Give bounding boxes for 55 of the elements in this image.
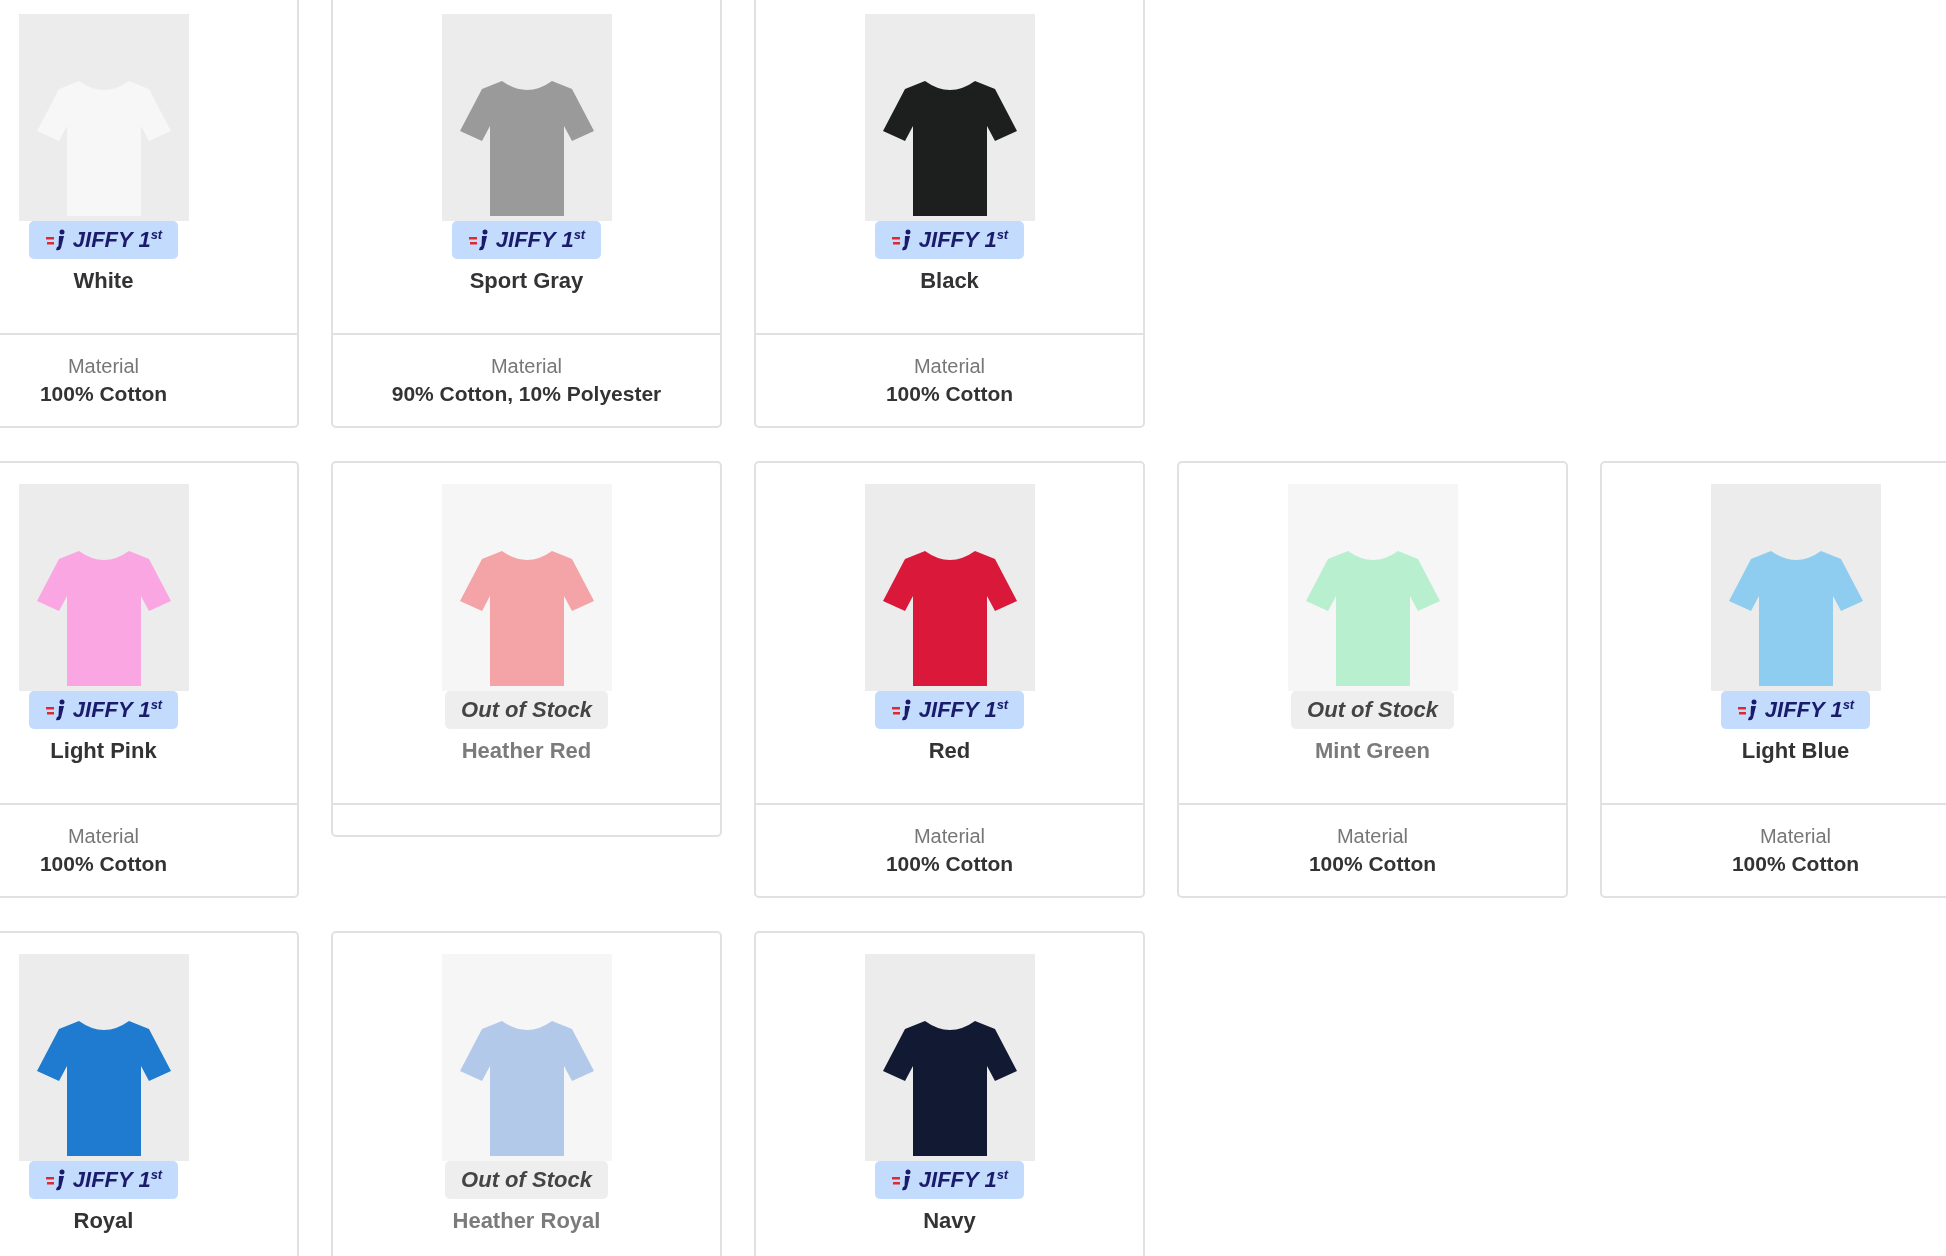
material-label: Material [913,355,986,378]
logo-icon [44,699,67,721]
product-card[interactable]: JIFFY 1$^{st}$ Royal [0,931,299,1256]
logo-icon [890,699,913,721]
color-name: Black [920,268,979,294]
brand-badge: JIFFY 1$^{st}$ [28,1161,179,1199]
product-card[interactable]: JIFFY 1$^{st}$ Light Pink Material 100% Cotton [0,461,299,898]
stock-badge: Out of Stock [445,691,608,729]
material-value: 100% Cotton [39,382,168,406]
material-label: Material [490,355,563,378]
material-label: Material [1759,825,1832,848]
material-label: Material [67,825,140,848]
brand-badge: JIFFY 1$^{st}$ [874,221,1025,259]
logo-icon [1736,699,1759,721]
product-card[interactable]: Out of Stock Heather Red [331,461,722,837]
material-value: 100% Cotton [1731,852,1860,876]
product-card[interactable]: JIFFY 1$^{st}$ Navy [754,931,1145,1256]
product-card[interactable]: JIFFY 1$^{st}$ Red Material 100% Cotton [754,461,1145,898]
logo-icon [44,1169,67,1191]
material-value: 100% Cotton [885,852,1014,876]
logo-icon [890,229,913,251]
color-name: Heather Red [461,738,592,764]
logo-icon [44,229,67,251]
product-card[interactable]: JIFFY 1$^{st}$ Sport Gray Material 90% Cotton, 10% Polyester [331,0,722,428]
product-card[interactable]: Out of Stock Mint Green Material 100% Cotton [1177,461,1568,898]
material-value: 100% Cotton [885,382,1014,406]
brand-badge: JIFFY 1$^{st}$ [1720,691,1871,729]
product-card[interactable]: JIFFY 1$^{st}$ Light Blue Material 100% Cotton [1600,461,1946,898]
color-name: Heather Royal [452,1208,601,1234]
material-label: Material [1336,825,1409,848]
material-label: Material [913,825,986,848]
color-name: Navy [923,1208,976,1234]
color-name: Sport Gray [469,268,584,294]
color-name: Mint Green [1315,738,1430,764]
material-value: 100% Cotton [1308,852,1437,876]
color-name: White [73,268,134,294]
material-label: Material [67,355,140,378]
product-card[interactable]: Out of Stock Heather Royal [331,931,722,1256]
product-card[interactable]: JIFFY 1$^{st}$ White Material 100% Cotton [0,0,299,428]
color-name: Royal [73,1208,134,1234]
logo-icon [890,1169,913,1191]
brand-badge: JIFFY 1$^{st}$ [874,1161,1025,1199]
material-value: 100% Cotton [39,852,168,876]
stock-badge: Out of Stock [1291,691,1454,729]
product-card[interactable]: JIFFY 1$^{st}$ Black Material 100% Cotton [754,0,1145,428]
stock-badge: Out of Stock [445,1161,608,1199]
color-name: Light Pink [50,738,157,764]
brand-badge: JIFFY 1$^{st}$ [28,221,179,259]
brand-badge: JIFFY 1$^{st}$ [451,221,602,259]
color-name: Light Blue [1741,738,1850,764]
color-name: Red [928,738,971,764]
logo-icon [467,229,490,251]
brand-badge: JIFFY 1$^{st}$ [874,691,1025,729]
brand-badge: JIFFY 1$^{st}$ [28,691,179,729]
material-value: 90% Cotton, 10% Polyester [391,382,662,406]
